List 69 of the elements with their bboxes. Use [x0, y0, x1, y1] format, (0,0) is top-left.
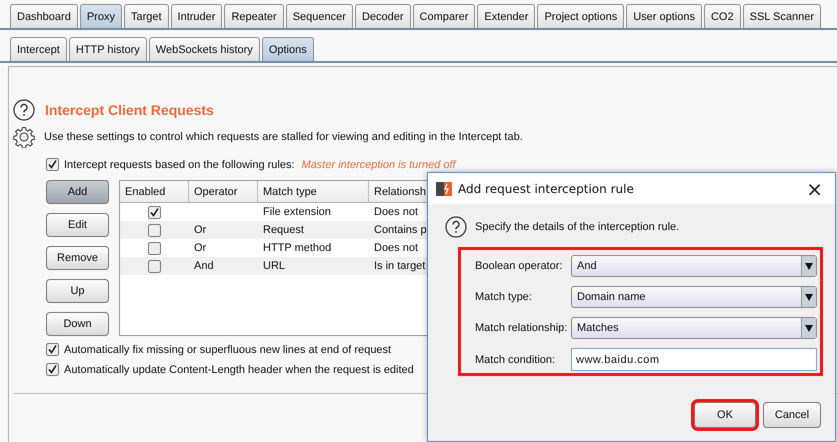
checkbox[interactable] [46, 158, 59, 171]
section-title: Intercept Client Requests [45, 102, 214, 118]
tab[interactable]: Intruder [170, 4, 222, 28]
checkbox-label: Intercept requests based on the following rules: [64, 158, 295, 170]
tab[interactable]: Repeater [224, 4, 284, 28]
checkbox[interactable] [148, 242, 161, 254]
field-label: Match condition: [475, 354, 556, 366]
checkbox[interactable] [46, 343, 59, 356]
field-label: Boolean operator: [475, 260, 564, 272]
table-cell: Does not [374, 242, 418, 254]
tab[interactable]: SSL Scanner [742, 4, 822, 28]
rule-button[interactable]: Edit [46, 213, 109, 237]
tab[interactable]: Dashboard [10, 4, 78, 28]
column-header[interactable]: Operator [189, 181, 258, 202]
table-cell: Request [263, 224, 304, 236]
dialog-prompt: Specify the details of the interception rule. [475, 221, 680, 233]
table-cell: HTTP method [263, 242, 332, 254]
table-cell: Or [194, 242, 206, 254]
description: Use these settings to control which requests are stalled for viewing and editing in the Intercept tab. [44, 131, 523, 143]
tab[interactable]: HTTP history [68, 37, 147, 61]
rule-button[interactable]: Up [46, 279, 109, 303]
table-cell: Is in target [374, 260, 426, 272]
status-note: Master interception is turned off [302, 158, 456, 170]
tab[interactable]: User options [626, 4, 702, 28]
close-button[interactable]: × [800, 176, 829, 202]
help-icon[interactable] [13, 99, 35, 121]
input-field[interactable]: www.baidu.com [571, 348, 817, 371]
tab[interactable]: CO2 [704, 4, 741, 28]
help-icon [445, 216, 467, 238]
column-header[interactable]: Enabled [120, 181, 189, 202]
dropdown[interactable]: Matches [571, 317, 817, 339]
field-label: Match type: [475, 291, 533, 303]
caret-icon [805, 324, 813, 332]
settings-icon[interactable] [13, 126, 35, 148]
tab[interactable]: Intercept [10, 37, 67, 61]
dialog-button[interactable]: OK [694, 402, 756, 428]
dialog-title: Add request interception rule [458, 182, 634, 196]
checkbox[interactable] [148, 224, 161, 236]
table-cell: URL [263, 260, 286, 272]
rule-button[interactable]: Add [46, 180, 109, 204]
table-cell: Contains p [374, 224, 427, 236]
table-cell: And [194, 260, 214, 272]
tab[interactable]: Target [124, 4, 169, 28]
table-cell: File extension [263, 206, 331, 218]
dropdown[interactable]: And [571, 255, 817, 277]
dropdown[interactable]: Domain name [571, 286, 817, 308]
checkbox-label: Automatically fix missing or superfluous new lines at end of request [64, 344, 392, 356]
checkbox[interactable] [148, 260, 161, 272]
tab[interactable]: WebSockets history [148, 37, 260, 61]
rule-button[interactable]: Down [46, 312, 109, 336]
caret-icon [805, 294, 813, 300]
field-label: Match relationship: [475, 322, 568, 334]
dialog-button[interactable]: Cancel [763, 402, 821, 428]
column-header[interactable]: Match type [258, 181, 369, 202]
rule-button[interactable]: Remove [46, 246, 109, 270]
tab[interactable]: Project options [537, 4, 624, 28]
tab[interactable]: Options [262, 37, 314, 61]
caret-icon [805, 262, 813, 270]
checkbox[interactable] [46, 363, 59, 376]
checkbox[interactable] [148, 206, 161, 218]
tab[interactable]: Decoder [354, 4, 411, 28]
table-cell: Does not [374, 206, 418, 218]
tab[interactable]: Extender [477, 4, 536, 28]
app-icon [436, 180, 452, 196]
checkbox-label: Automatically update Content-Length header when the request is edited [64, 364, 414, 376]
tab[interactable]: Comparer [412, 4, 476, 28]
tab[interactable]: Sequencer [286, 4, 353, 28]
table-cell: Or [194, 224, 206, 236]
tab[interactable]: Proxy [80, 4, 122, 28]
